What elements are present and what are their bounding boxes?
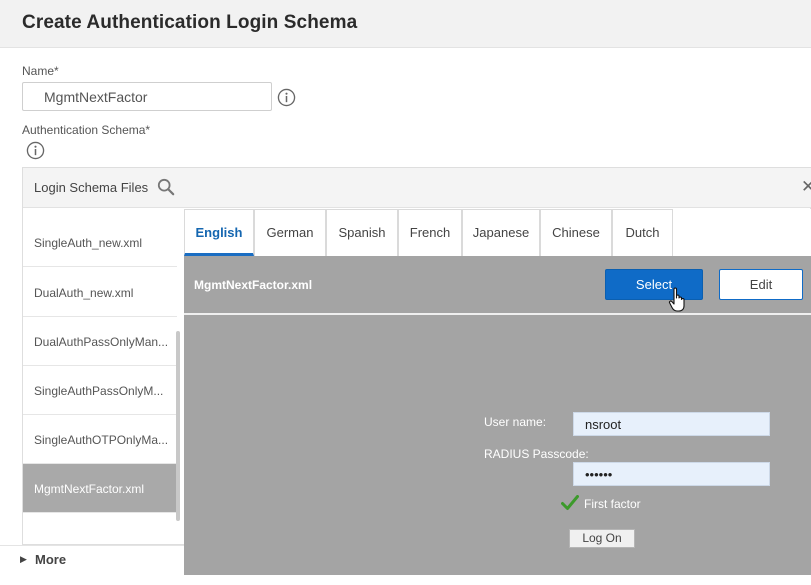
info-icon[interactable] <box>277 88 296 107</box>
tab-german[interactable]: German <box>254 209 326 256</box>
file-list-scrollbar[interactable] <box>176 331 180 521</box>
schema-label: Authentication Schema* <box>22 123 151 137</box>
tab-chinese[interactable]: Chinese <box>540 209 612 256</box>
info-icon[interactable] <box>26 141 45 160</box>
schema-panel-header: Login Schema Files ✕ <box>23 168 811 208</box>
close-icon[interactable]: ✕ <box>801 177 811 197</box>
preview-file-name: MgmtNextFactor.xml <box>194 278 313 292</box>
name-label: Name* <box>22 64 59 78</box>
preview-divider <box>184 313 811 315</box>
tab-english[interactable]: English <box>184 209 254 256</box>
file-item[interactable]: DualAuth_new.xml <box>23 268 177 317</box>
triangle-right-icon: ▶ <box>20 554 27 564</box>
file-item[interactable]: SingleAuthPassOnlyM... <box>23 366 177 415</box>
name-input[interactable] <box>22 82 272 111</box>
select-button[interactable]: Select <box>605 269 703 300</box>
schema-panel-title: Login Schema Files <box>34 180 149 195</box>
search-icon[interactable] <box>157 178 175 196</box>
hand-cursor-icon <box>668 287 685 312</box>
username-input[interactable] <box>573 412 770 436</box>
factor-label: First factor <box>584 497 641 511</box>
more-label: More <box>35 552 67 567</box>
language-tabs: English German Spanish French Japanese C… <box>184 209 811 256</box>
tab-dutch[interactable]: Dutch <box>612 209 673 256</box>
file-item-selected[interactable]: MgmtNextFactor.xml <box>23 464 177 513</box>
schema-preview: English German Spanish French Japanese C… <box>184 209 811 575</box>
file-item[interactable]: SingleAuth_new.xml <box>23 218 177 267</box>
check-icon <box>561 495 579 510</box>
tab-japanese[interactable]: Japanese <box>462 209 540 256</box>
file-item[interactable]: DualAuthPassOnlyMan... <box>23 317 177 366</box>
edit-button[interactable]: Edit <box>719 269 803 300</box>
tab-french[interactable]: French <box>398 209 462 256</box>
tab-spanish[interactable]: Spanish <box>326 209 398 256</box>
schema-file-list: SingleAuth_new.xml DualAuth_new.xml Dual… <box>23 208 177 545</box>
more-toggle[interactable]: ▶ More <box>0 545 184 573</box>
log-on-button[interactable]: Log On <box>569 529 635 548</box>
dialog-title: Create Authentication Login Schema <box>22 12 358 33</box>
file-item[interactable]: SingleAuthOTPOnlyMa... <box>23 415 177 464</box>
dialog-header: Create Authentication Login Schema <box>0 0 811 48</box>
username-label: User name: <box>484 415 547 429</box>
passcode-label: RADIUS Passcode: <box>484 447 589 461</box>
passcode-input[interactable] <box>573 462 770 486</box>
